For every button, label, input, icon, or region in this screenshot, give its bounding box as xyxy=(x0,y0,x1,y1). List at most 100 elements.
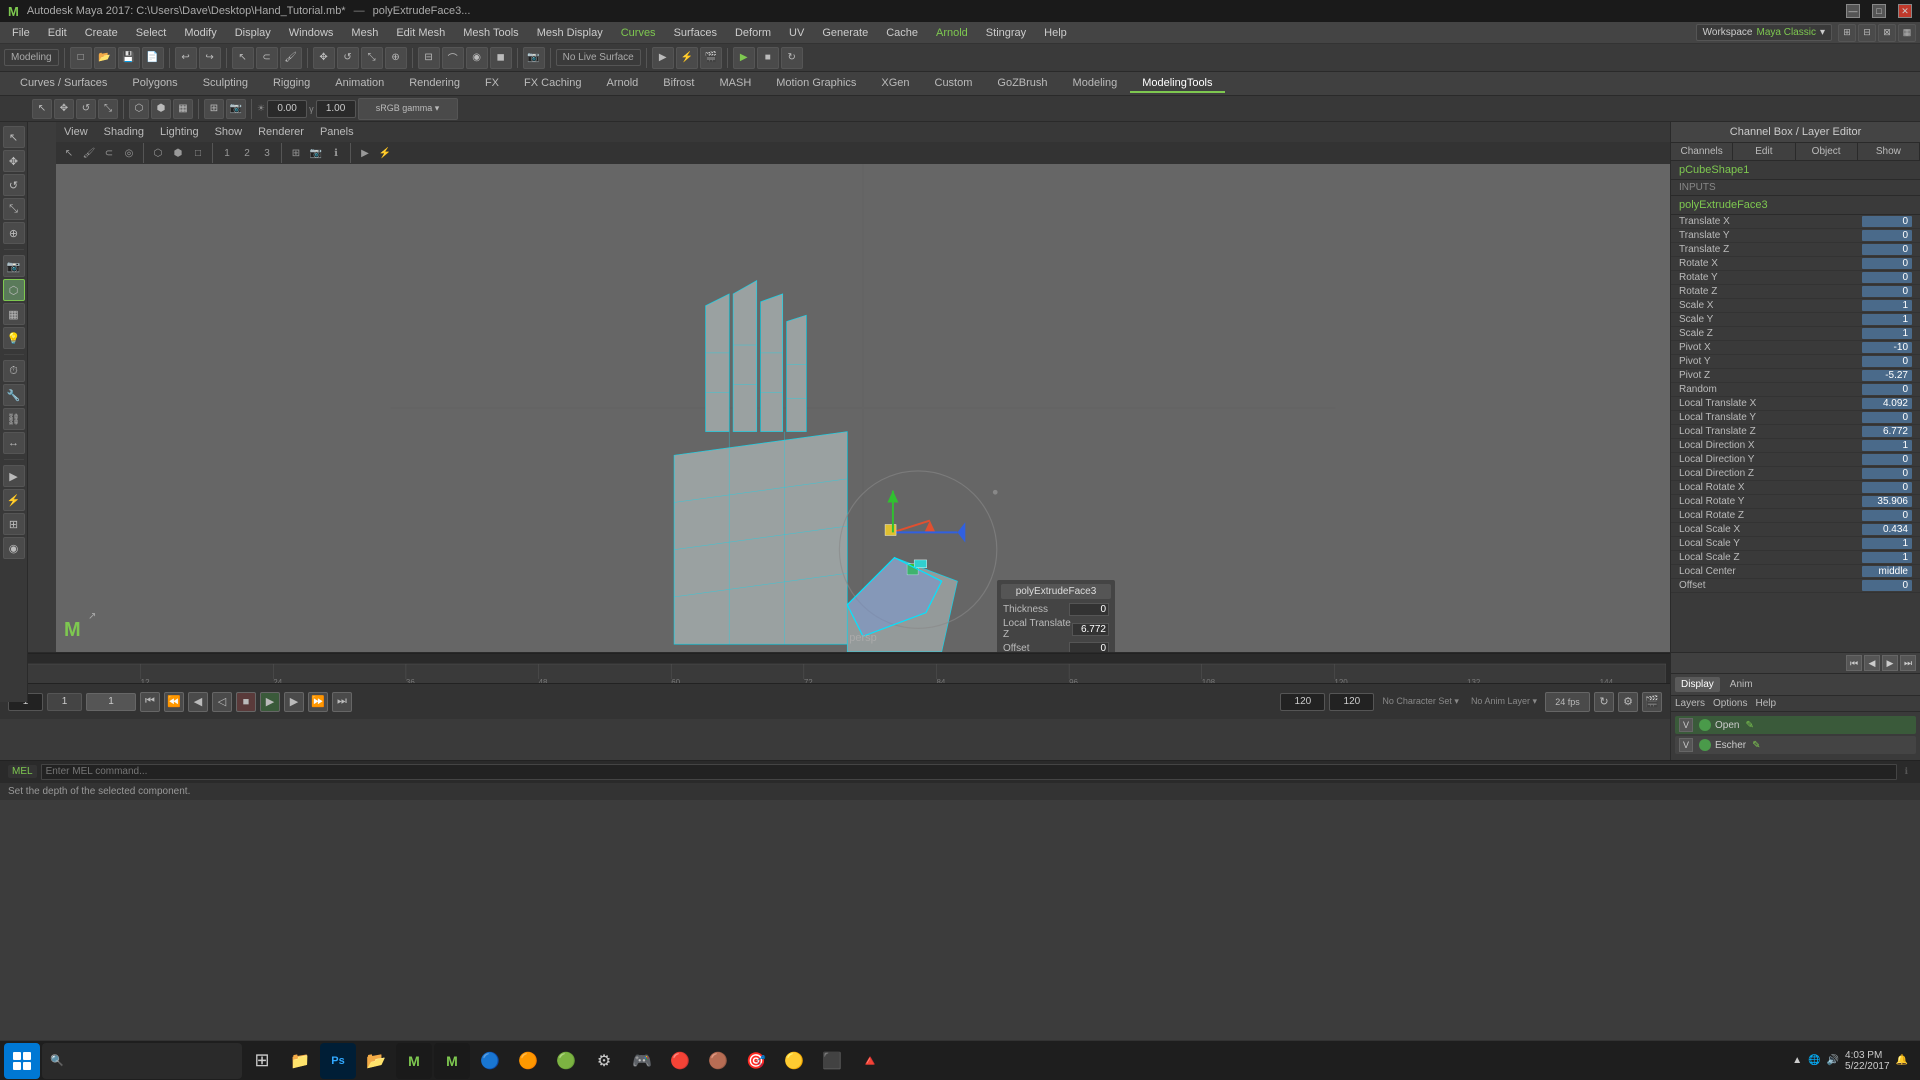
end-frame-input[interactable] xyxy=(1280,693,1325,711)
menu-generate[interactable]: Generate xyxy=(814,25,876,41)
side-camera-btn[interactable]: 📷 xyxy=(3,255,25,277)
icon-camera-attrs[interactable]: 📷 xyxy=(226,99,246,119)
side-texture-btn[interactable]: ▦ xyxy=(3,303,25,325)
step-back-btn[interactable]: ◀ xyxy=(188,692,208,712)
menu-edit[interactable]: Edit xyxy=(40,25,75,41)
viewport-canvas[interactable]: polyExtrudeFace3 Thickness 0 Local Trans… xyxy=(56,164,1670,652)
ipr-btn[interactable]: ⚡ xyxy=(676,47,698,69)
layer-item-escher[interactable]: V Escher ✎ xyxy=(1675,736,1916,754)
layer-menu-layers[interactable]: Layers xyxy=(1675,698,1705,709)
channel-value-25[interactable]: middle xyxy=(1862,566,1912,577)
channel-value-20[interactable]: 35.906 xyxy=(1862,496,1912,507)
channel-row-3[interactable]: Rotate X0 xyxy=(1671,257,1920,271)
tab-gozbrush[interactable]: GoZBrush xyxy=(985,75,1059,93)
render-btn[interactable]: ▶ xyxy=(652,47,674,69)
tab-mash[interactable]: MASH xyxy=(707,75,763,93)
mel-input[interactable] xyxy=(41,764,1897,780)
side-anim-btn[interactable]: ⏱ xyxy=(3,360,25,382)
channel-row-23[interactable]: Local Scale Y1 xyxy=(1671,537,1920,551)
layer-menu-options[interactable]: Options xyxy=(1713,698,1747,709)
vp-lasso-mode[interactable]: ⊂ xyxy=(100,144,118,162)
channel-value-18[interactable]: 0 xyxy=(1862,468,1912,479)
layer-vis-open[interactable]: V xyxy=(1679,718,1693,732)
play-back-btn[interactable]: ◁ xyxy=(212,692,232,712)
app-4-icon[interactable]: ⚙ xyxy=(586,1043,622,1079)
channel-row-13[interactable]: Local Translate X4.092 xyxy=(1671,397,1920,411)
layer-menu-help[interactable]: Help xyxy=(1755,698,1776,709)
tab-fx-caching[interactable]: FX Caching xyxy=(512,75,593,93)
tab-polygons[interactable]: Polygons xyxy=(120,75,189,93)
lp-tab-anim[interactable]: Anim xyxy=(1724,677,1759,692)
vp-resolution-1[interactable]: 1 xyxy=(218,144,236,162)
search-button[interactable]: 🔍 xyxy=(42,1043,242,1079)
channel-row-5[interactable]: Rotate Z0 xyxy=(1671,285,1920,299)
tab-sculpting[interactable]: Sculpting xyxy=(191,75,260,93)
maximize-button[interactable]: □ xyxy=(1872,4,1886,18)
anim-play-btn[interactable]: ▶ xyxy=(733,47,755,69)
channel-value-11[interactable]: -5.27 xyxy=(1862,370,1912,381)
menu-cache[interactable]: Cache xyxy=(878,25,926,41)
channel-row-16[interactable]: Local Direction X1 xyxy=(1671,439,1920,453)
menu-select[interactable]: Select xyxy=(128,25,175,41)
save-btn[interactable]: 💾 xyxy=(118,47,140,69)
explorer-icon[interactable]: 📁 xyxy=(282,1043,318,1079)
network-icon[interactable]: 🌐 xyxy=(1808,1055,1820,1066)
tab-animation[interactable]: Animation xyxy=(323,75,396,93)
channel-value-12[interactable]: 0 xyxy=(1862,384,1912,395)
side-select-btn[interactable]: ↖ xyxy=(3,126,25,148)
snap-point-btn[interactable]: ◉ xyxy=(466,47,488,69)
tab-arnold[interactable]: Arnold xyxy=(595,75,651,93)
tab-fx[interactable]: FX xyxy=(473,75,511,93)
menu-arnold[interactable]: Arnold xyxy=(928,25,976,41)
channel-row-14[interactable]: Local Translate Y0 xyxy=(1671,411,1920,425)
maya-taskbar-icon[interactable]: M xyxy=(396,1043,432,1079)
side-ipr-btn[interactable]: ⚡ xyxy=(3,489,25,511)
menu-deform[interactable]: Deform xyxy=(727,25,779,41)
vp-menu-shading[interactable]: Shading xyxy=(100,125,148,139)
channel-value-26[interactable]: 0 xyxy=(1862,580,1912,591)
channel-value-6[interactable]: 1 xyxy=(1862,300,1912,311)
tab-curves-surfaces[interactable]: Curves / Surfaces xyxy=(8,75,119,93)
channel-value-21[interactable]: 0 xyxy=(1862,510,1912,521)
app-8-icon[interactable]: 🎯 xyxy=(738,1043,774,1079)
menu-mesh[interactable]: Mesh xyxy=(343,25,386,41)
tab-motion-graphics[interactable]: Motion Graphics xyxy=(764,75,868,93)
vp-grid-toggle[interactable]: ⊞ xyxy=(287,144,305,162)
menu-mesh-display[interactable]: Mesh Display xyxy=(529,25,611,41)
channel-row-12[interactable]: Random0 xyxy=(1671,383,1920,397)
playback-settings-btn[interactable]: ⚙ xyxy=(1618,692,1638,712)
side-poly-btn[interactable]: ⬡ xyxy=(3,279,25,301)
step-fwd-btn[interactable]: ▶ xyxy=(284,692,304,712)
next-frame-btn[interactable]: ⏩ xyxy=(308,692,328,712)
viewport[interactable]: View Shading Lighting Show Renderer Pane… xyxy=(56,122,1670,652)
vp-menu-lighting[interactable]: Lighting xyxy=(156,125,203,139)
undo-btn[interactable]: ↩ xyxy=(175,47,197,69)
channel-row-25[interactable]: Local Centermiddle xyxy=(1671,565,1920,579)
no-character-set[interactable]: No Character Set ▾ xyxy=(1378,696,1463,707)
timeline[interactable]: 1 12 24 36 48 60 72 84 96 108 120 132 xyxy=(0,653,1670,683)
channel-row-7[interactable]: Scale Y1 xyxy=(1671,313,1920,327)
channel-value-14[interactable]: 0 xyxy=(1862,412,1912,423)
close-button[interactable]: ✕ xyxy=(1898,4,1912,18)
vp-resolution-2[interactable]: 2 xyxy=(238,144,256,162)
select-tool[interactable]: ↖ xyxy=(232,47,254,69)
channel-value-3[interactable]: 0 xyxy=(1862,258,1912,269)
channel-value-22[interactable]: 0.434 xyxy=(1862,524,1912,535)
channel-row-19[interactable]: Local Rotate X0 xyxy=(1671,481,1920,495)
channel-row-4[interactable]: Rotate Y0 xyxy=(1671,271,1920,285)
file-manager-icon[interactable]: 📂 xyxy=(358,1043,394,1079)
playblast-btn[interactable]: 🎬 xyxy=(700,47,722,69)
channel-row-22[interactable]: Local Scale X0.434 xyxy=(1671,523,1920,537)
tab-rigging[interactable]: Rigging xyxy=(261,75,322,93)
gamma-input[interactable] xyxy=(316,100,356,118)
channel-value-10[interactable]: 0 xyxy=(1862,356,1912,367)
tab-rendering[interactable]: Rendering xyxy=(397,75,472,93)
app-6-icon[interactable]: 🔴 xyxy=(662,1043,698,1079)
channel-row-21[interactable]: Local Rotate Z0 xyxy=(1671,509,1920,523)
side-xform-btn[interactable]: ↔ xyxy=(3,432,25,454)
tab-custom[interactable]: Custom xyxy=(923,75,985,93)
tab-bifrost[interactable]: Bifrost xyxy=(651,75,706,93)
menu-stingray[interactable]: Stingray xyxy=(978,25,1034,41)
channel-row-2[interactable]: Translate Z0 xyxy=(1671,243,1920,257)
icon-rotate[interactable]: ↺ xyxy=(76,99,96,119)
